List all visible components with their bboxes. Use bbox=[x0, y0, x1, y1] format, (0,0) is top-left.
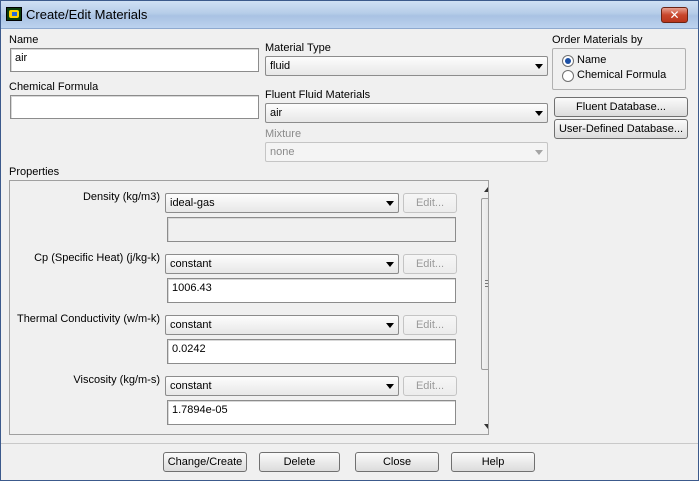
thermal-conductivity-value-input[interactable]: 0.0242 bbox=[167, 339, 456, 364]
change-create-button[interactable]: Change/Create bbox=[163, 452, 247, 472]
fluent-fluid-materials-value: air bbox=[270, 107, 283, 119]
cp-value-input[interactable]: 1006.43 bbox=[167, 278, 456, 303]
thermal-conductivity-edit-button: Edit... bbox=[403, 315, 457, 335]
scroll-down-arrow-icon[interactable] bbox=[484, 424, 488, 429]
order-by-chemical-formula-label: Chemical Formula bbox=[577, 69, 667, 81]
viscosity-method-dropdown[interactable]: constant bbox=[165, 376, 399, 396]
cp-method-value: constant bbox=[170, 258, 212, 270]
properties-label: Properties bbox=[9, 166, 60, 178]
cp-label: Cp (Specific Heat) (j/kg-k) bbox=[34, 252, 160, 264]
chevron-down-icon bbox=[535, 64, 543, 69]
scroll-up-arrow-icon[interactable] bbox=[484, 187, 488, 192]
thermal-conductivity-method-dropdown[interactable]: constant bbox=[165, 315, 399, 335]
mixture-dropdown: none bbox=[265, 142, 548, 162]
title-bar[interactable]: Create/Edit Materials ✕ bbox=[1, 1, 698, 29]
fluent-app-icon bbox=[6, 7, 22, 21]
delete-button[interactable]: Delete bbox=[259, 452, 340, 472]
grip-line bbox=[485, 283, 488, 284]
fluent-database-button[interactable]: Fluent Database... bbox=[554, 97, 688, 117]
chevron-down-icon bbox=[535, 111, 543, 116]
viscosity-method-value: constant bbox=[170, 380, 212, 392]
cp-edit-button: Edit... bbox=[403, 254, 457, 274]
window-title: Create/Edit Materials bbox=[26, 7, 148, 22]
create-edit-materials-window: Create/Edit Materials ✕ Name air Chemica… bbox=[0, 0, 699, 481]
chevron-down-icon bbox=[386, 262, 394, 267]
grip-line bbox=[485, 286, 488, 287]
mixture-value: none bbox=[270, 146, 295, 158]
close-button[interactable]: Close bbox=[355, 452, 439, 472]
order-by-name-label: Name bbox=[577, 54, 607, 66]
thermal-conductivity-label: Thermal Conductivity (w/m-k) bbox=[16, 313, 160, 325]
fluent-fluid-materials-label: Fluent Fluid Materials bbox=[265, 89, 371, 101]
cp-method-dropdown[interactable]: constant bbox=[165, 254, 399, 274]
density-value-field bbox=[167, 217, 456, 242]
chevron-down-icon bbox=[386, 201, 394, 206]
chevron-down-icon bbox=[386, 384, 394, 389]
density-label: Density (kg/m3) bbox=[82, 191, 160, 203]
chemical-formula-label: Chemical Formula bbox=[9, 81, 99, 93]
density-method-value: ideal-gas bbox=[170, 197, 215, 209]
material-type-dropdown[interactable]: fluid bbox=[265, 56, 548, 76]
thermal-conductivity-method-value: constant bbox=[170, 319, 212, 331]
scrollbar-thumb[interactable] bbox=[481, 198, 488, 370]
order-by-name-radio[interactable] bbox=[562, 55, 574, 67]
material-type-label: Material Type bbox=[265, 42, 331, 54]
chevron-down-icon bbox=[386, 323, 394, 328]
density-method-dropdown[interactable]: ideal-gas bbox=[165, 193, 399, 213]
chevron-down-icon bbox=[535, 150, 543, 155]
order-materials-by-label: Order Materials by bbox=[552, 34, 643, 46]
close-icon: ✕ bbox=[669, 8, 680, 22]
material-type-value: fluid bbox=[270, 60, 291, 72]
order-by-group: Name Chemical Formula bbox=[552, 48, 686, 90]
grip-line bbox=[485, 280, 488, 281]
close-window-button[interactable]: ✕ bbox=[661, 7, 688, 23]
properties-panel: Density (kg/m3) ideal-gas Edit... Cp (Sp… bbox=[9, 180, 489, 435]
viscosity-edit-button: Edit... bbox=[403, 376, 457, 396]
viscosity-label: Viscosity (kg/m-s) bbox=[73, 374, 160, 386]
name-label: Name bbox=[9, 34, 39, 46]
fluent-fluid-materials-dropdown[interactable]: air bbox=[265, 103, 548, 123]
user-defined-database-button[interactable]: User-Defined Database... bbox=[554, 119, 688, 139]
bottom-divider bbox=[1, 443, 698, 444]
mixture-label: Mixture bbox=[265, 128, 302, 140]
order-by-chemical-formula-radio[interactable] bbox=[562, 70, 574, 82]
density-edit-button: Edit... bbox=[403, 193, 457, 213]
help-button[interactable]: Help bbox=[451, 452, 535, 472]
viscosity-value-input[interactable]: 1.7894e-05 bbox=[167, 400, 456, 425]
chemical-formula-input[interactable] bbox=[10, 95, 259, 119]
name-input[interactable]: air bbox=[10, 48, 259, 72]
properties-scrollbar[interactable] bbox=[480, 181, 488, 434]
